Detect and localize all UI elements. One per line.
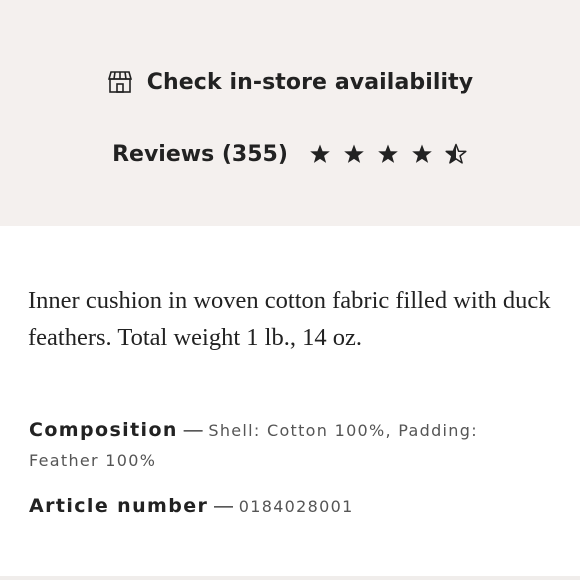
star-icon bbox=[310, 144, 330, 163]
store-icon bbox=[107, 70, 133, 94]
store-availability-label: Check in-store availability bbox=[146, 69, 474, 95]
article-number-label: Article number bbox=[29, 495, 209, 517]
star-icon bbox=[412, 144, 432, 163]
separator: — bbox=[183, 420, 203, 441]
section-divider bbox=[0, 576, 580, 580]
reviews-button[interactable]: Reviews (355) bbox=[0, 134, 580, 174]
article-number-detail: Article number — 0184028001 bbox=[29, 492, 549, 522]
half-star-icon bbox=[445, 143, 467, 164]
reviews-label: Reviews (355) bbox=[112, 141, 288, 167]
product-description: Inner cushion in woven cotton fabric fil… bbox=[28, 287, 551, 351]
product-actions-panel: Check in-store availability Reviews (355… bbox=[0, 0, 580, 226]
star-icon bbox=[344, 144, 364, 163]
composition-detail: Composition — Shell: Cotton 100%, Paddin… bbox=[29, 416, 549, 476]
article-number-value: 0184028001 bbox=[238, 497, 354, 516]
separator: — bbox=[214, 496, 234, 517]
check-store-availability-button[interactable]: Check in-store availability bbox=[0, 62, 580, 102]
star-icon bbox=[378, 144, 398, 163]
composition-label: Composition bbox=[29, 419, 178, 441]
rating-stars bbox=[308, 142, 468, 166]
